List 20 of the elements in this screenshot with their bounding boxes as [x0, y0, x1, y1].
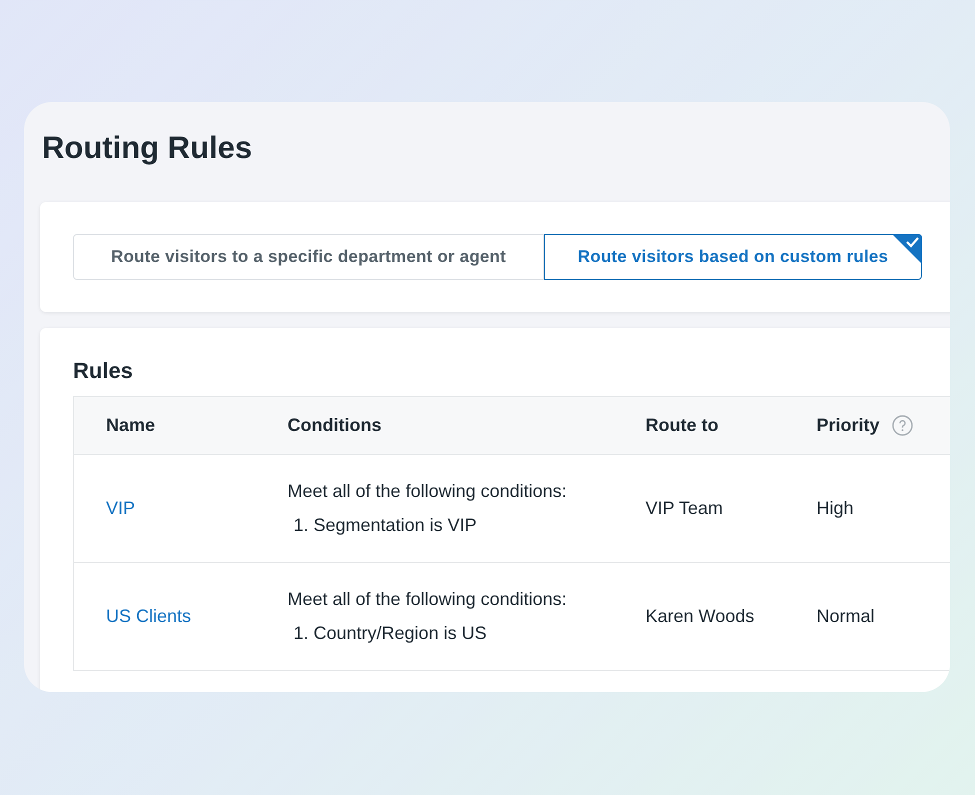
route-to-text: Karen Woods [646, 606, 754, 626]
conditions-text: Meet all of the following conditions: [288, 588, 568, 610]
column-header: Conditions [288, 415, 382, 436]
section-title: Rules [73, 358, 133, 384]
condition-item: 1. Segmentation is VIP [294, 514, 478, 536]
rule-name-link[interactable]: US Clients [106, 606, 192, 626]
routing-mode-tab[interactable]: Route visitors based on custom rules [544, 234, 922, 280]
help-icon[interactable] [892, 415, 913, 436]
route-to-text: VIP Team [646, 498, 723, 518]
column-header: Route to [646, 415, 718, 436]
page-title: Routing Rules [42, 130, 252, 166]
selected-check-icon [892, 234, 922, 264]
column-header: Priority [816, 415, 880, 436]
conditions-text: Meet all of the following conditions: [288, 480, 568, 502]
routing-mode-tab[interactable]: Route visitors to a specific department or agent [73, 234, 544, 280]
condition-item: 1. Country/Region is US [294, 622, 488, 644]
column-header: Name [106, 415, 156, 436]
rule-name-link[interactable]: VIP [106, 498, 136, 518]
priority-text: Normal [816, 606, 875, 626]
priority-text: High [816, 498, 854, 518]
